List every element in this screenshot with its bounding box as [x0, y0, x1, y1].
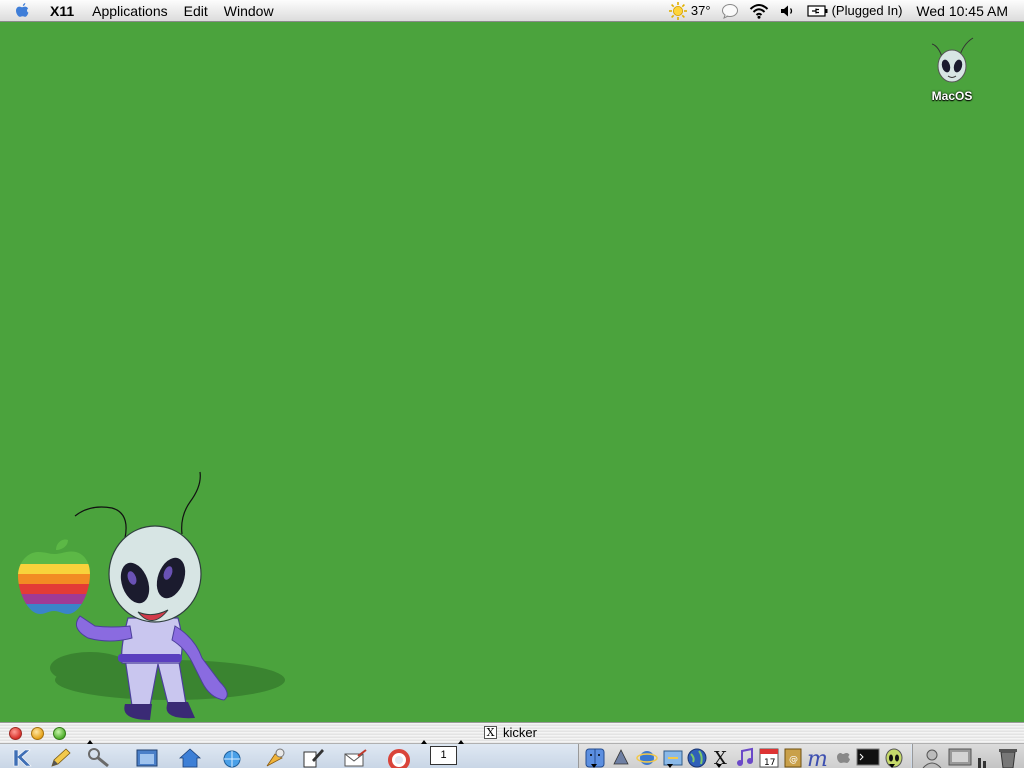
mozilla-m-icon[interactable]: m: [805, 746, 831, 768]
mascot-boots: [124, 702, 195, 720]
weather-menu-extra[interactable]: 37°: [663, 0, 716, 22]
ical-icon[interactable]: 17: [757, 746, 783, 768]
menu-bar: X11 Applications Edit Window 37° (Plugge…: [0, 0, 1024, 22]
mascot-antenna-left: [74, 506, 127, 539]
desktop-icon-macos[interactable]: MacOS: [922, 34, 982, 103]
kicker-title-text: kicker: [503, 725, 537, 740]
globe-icon[interactable]: [685, 746, 711, 768]
desktop-icon-label: MacOS: [931, 89, 973, 103]
pager-menu-arrow[interactable]: [421, 740, 427, 744]
svg-text:@: @: [789, 755, 798, 765]
weather-temperature: 37°: [690, 3, 711, 18]
menu-applications[interactable]: Applications: [84, 0, 176, 22]
battery-plug-icon: [806, 4, 828, 17]
network-icon[interactable]: [661, 746, 687, 768]
battery-status: (Plugged In): [831, 3, 903, 18]
running-indicator: [716, 764, 722, 768]
chat-status-menu-extra[interactable]: [716, 0, 744, 22]
user-icon[interactable]: [919, 746, 945, 768]
mascot-left-arm: [75, 615, 133, 642]
itunes-icon[interactable]: [733, 746, 759, 768]
kde-k-menu-icon[interactable]: [10, 746, 36, 768]
kicker-title: X kicker: [484, 725, 537, 740]
desktop-pager[interactable]: 1: [430, 746, 457, 765]
mail-app-icon[interactable]: [609, 746, 635, 768]
speaker-icon: [780, 5, 792, 16]
tools-icon[interactable]: [86, 746, 112, 768]
apple-icon: [16, 2, 29, 17]
text-editor-icon[interactable]: [300, 746, 326, 768]
pencil-icon[interactable]: [48, 746, 74, 768]
battery-menu-extra[interactable]: (Plugged In): [802, 0, 908, 22]
volume-menu-extra[interactable]: [774, 0, 802, 22]
panel-menu-arrow[interactable]: [87, 740, 93, 744]
kicker-window[interactable]: X kicker 1 X 17 @ m: [0, 722, 1024, 768]
airport-menu-extra[interactable]: [744, 0, 774, 22]
dock-applet-strip: X 17 @ m: [578, 744, 911, 768]
address-book-icon[interactable]: @: [781, 746, 807, 768]
minimize-button[interactable]: [31, 727, 44, 740]
kicker-panel: 1 X 17 @ m: [0, 740, 1024, 768]
trash-icon[interactable]: [995, 746, 1021, 768]
desktop-window-icon[interactable]: [134, 746, 160, 768]
running-indicator: [889, 764, 895, 768]
apple-menu[interactable]: [0, 0, 44, 22]
svg-text:17: 17: [764, 758, 775, 768]
running-indicator: [591, 764, 597, 768]
rainbow-apple: [18, 539, 90, 615]
close-button[interactable]: [9, 727, 22, 740]
wifi-icon: [749, 3, 768, 19]
kicker-titlebar[interactable]: X kicker: [0, 723, 1024, 744]
sun-icon: [668, 1, 687, 20]
mascot-shadow-left: [50, 652, 130, 684]
menu-x11[interactable]: X11: [44, 0, 84, 22]
mascot-antenna-right: [181, 471, 201, 535]
settings-icon[interactable]: [262, 746, 288, 768]
zoom-button[interactable]: [53, 727, 66, 740]
browser-globe-icon[interactable]: [218, 746, 244, 768]
speech-bubble-icon: [721, 3, 738, 19]
alien-icon: [931, 37, 974, 83]
apple-app-icon[interactable]: [831, 746, 857, 768]
menu-window[interactable]: Window: [216, 0, 282, 22]
pager-arrow[interactable]: [458, 740, 464, 744]
home-folder-icon[interactable]: [177, 746, 203, 768]
x11-window-icon: X: [484, 726, 497, 739]
alien-mascot-illustration: [18, 471, 285, 720]
x11-icon[interactable]: X: [709, 746, 735, 768]
help-lifebuoy-icon[interactable]: [385, 746, 411, 768]
internet-explorer-icon[interactable]: [635, 746, 661, 768]
desktop[interactable]: X11 Applications Edit Window 37° (Plugge…: [0, 0, 1024, 768]
menu-edit[interactable]: Edit: [176, 0, 216, 22]
mail-icon[interactable]: [342, 746, 368, 768]
system-tray: [912, 744, 1024, 768]
menubar-clock[interactable]: Wed 10:45 AM: [907, 0, 1024, 22]
svg-text:m: m: [807, 747, 828, 768]
mascot-belt: [118, 654, 182, 662]
terminal-icon[interactable]: [855, 746, 881, 768]
running-indicator: [667, 764, 673, 768]
clock-text: Wed 10:45 AM: [916, 2, 1008, 19]
screen-icon[interactable]: [947, 746, 973, 768]
